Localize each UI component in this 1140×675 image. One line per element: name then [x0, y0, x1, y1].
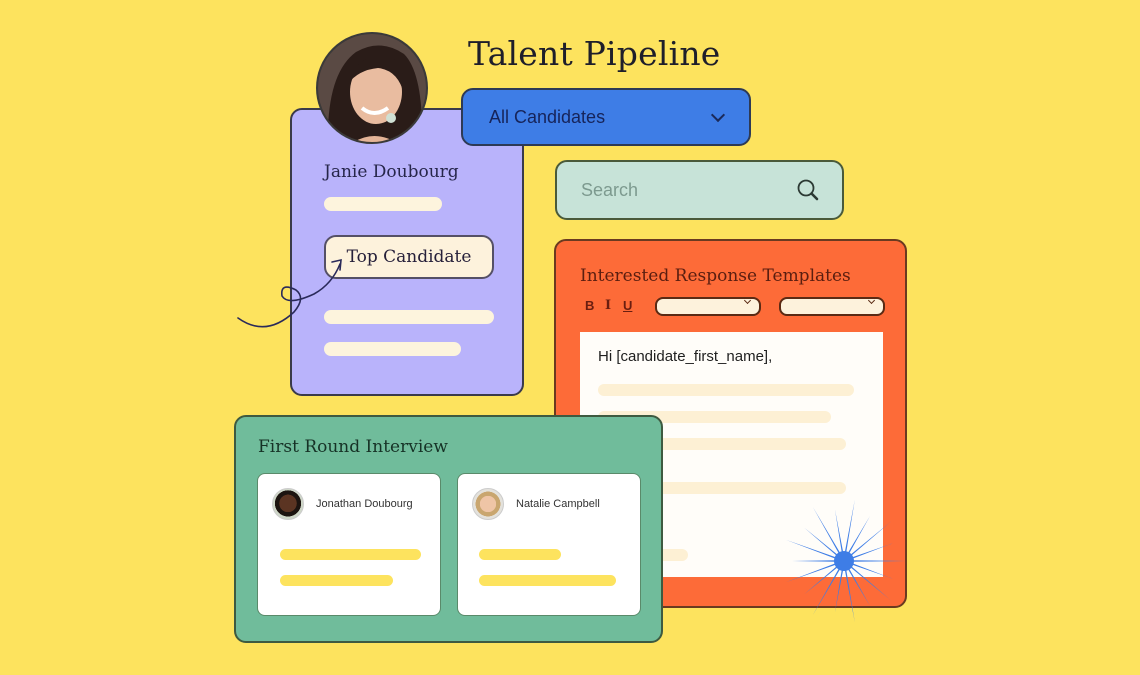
avatar	[316, 32, 428, 144]
page-title: Talent Pipeline	[468, 34, 721, 73]
first-round-interview-panel: First Round Interview Jonathan Doubourg …	[234, 415, 663, 643]
chevron-down-icon	[710, 107, 726, 122]
chevron-down-icon	[743, 296, 752, 305]
candidate-card[interactable]: Natalie Campbell	[457, 473, 641, 616]
candidate-name: Janie Doubourg	[324, 162, 459, 182]
placeholder-line	[280, 575, 393, 586]
avatar-portrait-icon	[318, 34, 426, 142]
placeholder-line	[479, 549, 561, 560]
starburst-icon	[785, 499, 906, 623]
avatar	[472, 488, 504, 520]
panel-title: First Round Interview	[258, 437, 448, 457]
candidate-name: Jonathan Doubourg	[316, 498, 413, 510]
search-icon[interactable]	[796, 178, 820, 202]
bold-button[interactable]: B	[585, 298, 594, 313]
chevron-down-icon	[867, 296, 876, 305]
candidate-card[interactable]: Jonathan Doubourg	[257, 473, 441, 616]
starburst-ray	[785, 563, 837, 583]
starburst-ray	[851, 560, 906, 562]
starburst-ray	[792, 560, 837, 562]
dropdown-selected: All Candidates	[489, 106, 606, 127]
starburst-ray	[851, 563, 893, 579]
editor-greeting: Hi [candidate_first_name],	[598, 348, 773, 365]
panel-title: Interested Response Templates	[580, 266, 851, 286]
placeholder-line	[598, 384, 854, 396]
candidate-name: Natalie Campbell	[516, 498, 600, 510]
starburst-ray	[813, 507, 841, 555]
italic-button[interactable]: I	[605, 298, 611, 313]
search-input[interactable]	[579, 178, 783, 202]
avatar	[272, 488, 304, 520]
search-box[interactable]	[555, 160, 844, 220]
candidate-filter-dropdown[interactable]: All Candidates	[461, 88, 751, 146]
starburst-ray	[851, 543, 893, 559]
placeholder-line	[280, 549, 421, 560]
placeholder-line	[324, 342, 461, 356]
placeholder-line	[479, 575, 616, 586]
starburst-ray	[813, 567, 841, 615]
size-select[interactable]	[779, 296, 885, 316]
font-select[interactable]	[655, 296, 761, 316]
placeholder-line	[324, 197, 442, 211]
curved-arrow-icon	[237, 258, 342, 328]
underline-button[interactable]: U	[623, 298, 632, 313]
starburst-ray	[785, 539, 837, 559]
